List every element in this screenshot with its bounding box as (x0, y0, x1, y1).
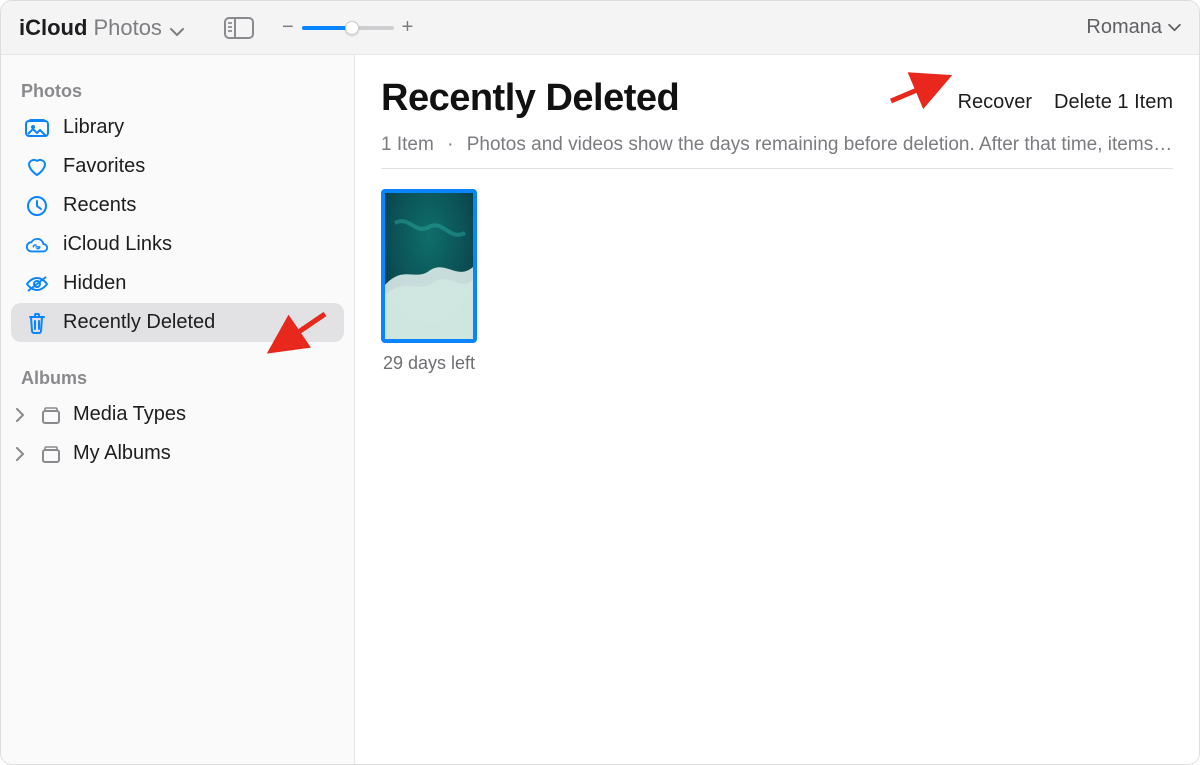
photos-library-icon (25, 118, 49, 138)
zoom-in-button[interactable]: + (402, 16, 414, 39)
sidebar-toggle-button[interactable] (224, 17, 254, 39)
recover-button[interactable]: Recover (958, 91, 1032, 114)
sidebar-item-hidden[interactable]: Hidden (11, 264, 344, 303)
sidebar-item-recents[interactable]: Recents (11, 186, 344, 225)
sidebar-item-label: My Albums (73, 442, 171, 465)
thumbnail-grid: 29 days left (381, 189, 1173, 374)
zoom-slider-thumb[interactable] (345, 21, 359, 35)
sidebar-item-icloud-links[interactable]: iCloud Links (11, 225, 344, 264)
section-header-albums: Albums (11, 360, 344, 395)
separator-dot: · (439, 134, 461, 155)
sidebar-item-label: Hidden (63, 272, 126, 295)
sidebar-item-library[interactable]: Library (11, 108, 344, 147)
sidebar: Photos Library Favorites Recents (1, 55, 355, 764)
clock-icon (25, 195, 49, 217)
cloud-link-icon (25, 236, 49, 254)
delete-button[interactable]: Delete 1 Item (1054, 91, 1173, 114)
sidebar-item-label: Recents (63, 194, 136, 217)
sidebar-item-label: iCloud Links (63, 233, 172, 256)
item-count: 1 Item (381, 134, 434, 155)
deletion-note: Photos and videos show the days remainin… (467, 134, 1173, 155)
sidebar-item-favorites[interactable]: Favorites (11, 147, 344, 186)
sidebar-item-label: Media Types (73, 403, 186, 426)
photo-item[interactable]: 29 days left (381, 189, 477, 374)
sidebar-item-my-albums[interactable]: My Albums (11, 434, 344, 473)
sidebar-item-label: Library (63, 116, 124, 139)
heart-icon (25, 157, 49, 177)
photo-image (385, 193, 473, 339)
sidebar-item-label: Favorites (63, 155, 145, 178)
user-menu[interactable]: Romana (1086, 16, 1181, 39)
app-name-icloud: iCloud (19, 15, 87, 41)
sidebar-item-label: Recently Deleted (63, 311, 215, 334)
trash-icon (25, 312, 49, 334)
section-header-photos: Photos (11, 73, 344, 108)
zoom-control: − + (282, 16, 413, 39)
zoom-out-button[interactable]: − (282, 16, 294, 39)
info-subline: 1 Item · Photos and videos show the days… (381, 134, 1173, 169)
chevron-right-icon (15, 408, 29, 422)
app-switcher[interactable]: iCloud Photos (19, 15, 184, 41)
eye-slash-icon (25, 275, 49, 293)
user-name: Romana (1086, 16, 1162, 39)
content-area: Recently Deleted Recover Delete 1 Item 1… (355, 55, 1199, 764)
photo-caption: 29 days left (383, 353, 475, 374)
album-stack-icon (39, 406, 63, 424)
chevron-right-icon (15, 447, 29, 461)
chevron-down-icon (170, 27, 184, 37)
album-stack-icon (39, 445, 63, 463)
zoom-slider[interactable] (302, 26, 394, 30)
toolbar: iCloud Photos − + Roman (1, 1, 1199, 55)
photo-thumbnail[interactable] (381, 189, 477, 343)
chevron-down-icon (1168, 23, 1181, 32)
page-title: Recently Deleted (381, 77, 679, 120)
sidebar-item-recently-deleted[interactable]: Recently Deleted (11, 303, 344, 342)
sidebar-item-media-types[interactable]: Media Types (11, 395, 344, 434)
app-name-photos: Photos (93, 15, 162, 41)
